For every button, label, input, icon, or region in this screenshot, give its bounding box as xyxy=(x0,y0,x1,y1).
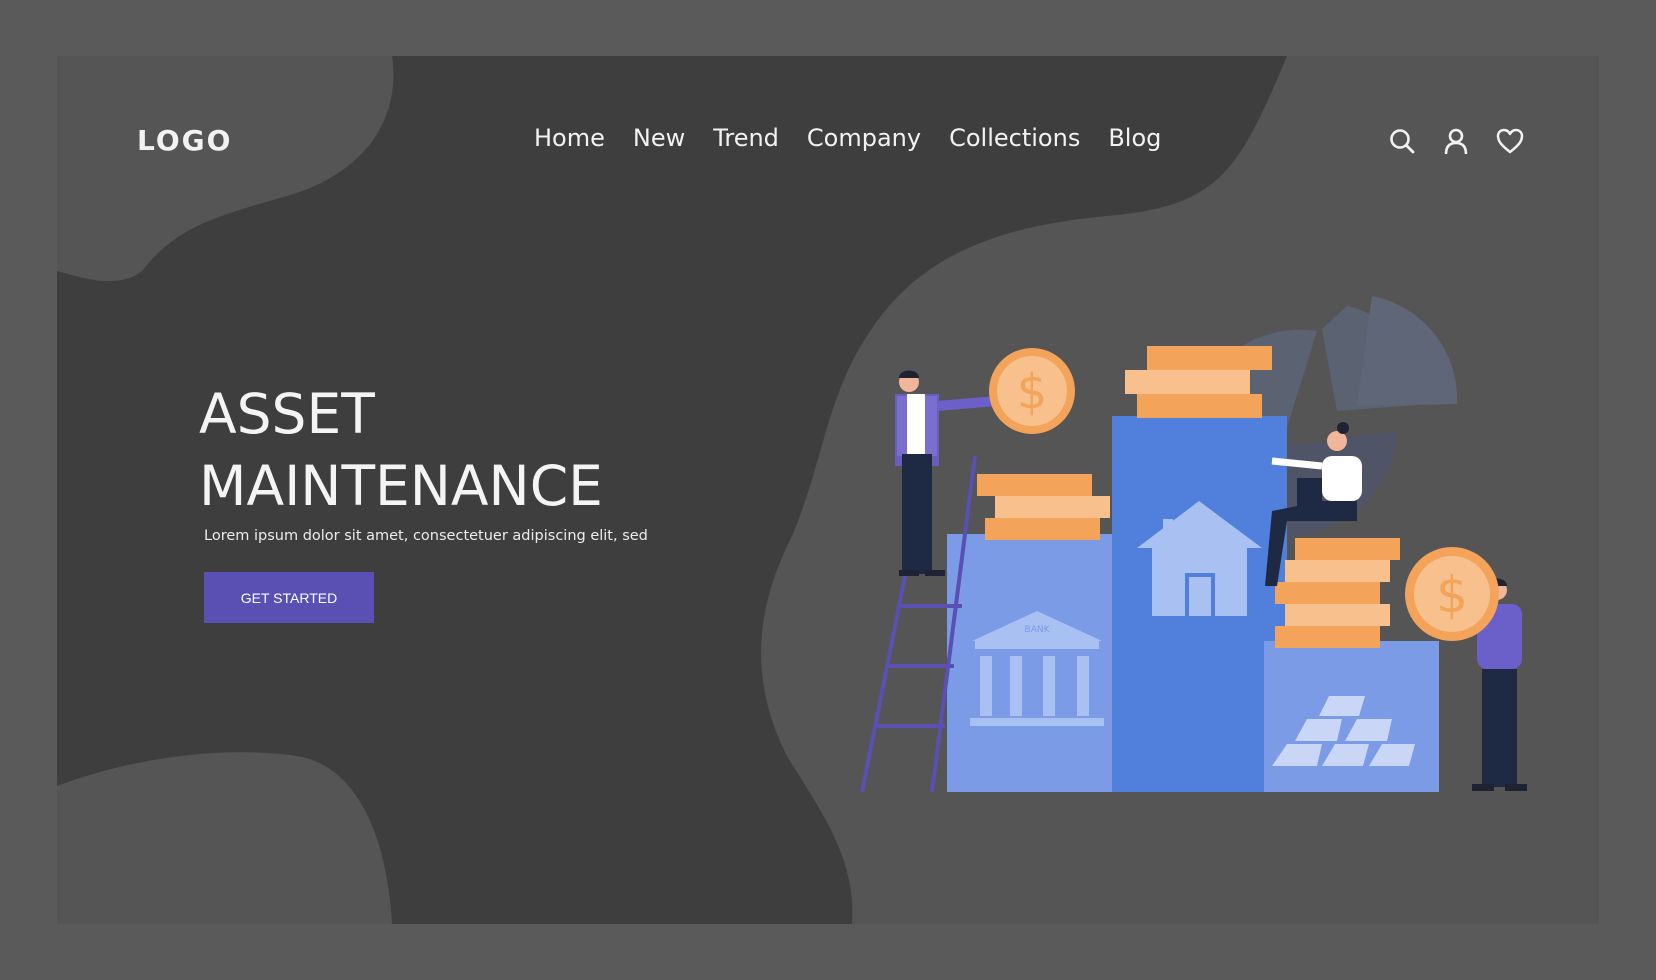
top-left-blob xyxy=(57,56,394,282)
hero-title-line2: MAINTENANCE xyxy=(199,454,603,518)
bank-label: BANK xyxy=(1025,625,1051,635)
svg-text:$: $ xyxy=(1436,566,1468,624)
search-icon[interactable] xyxy=(1387,126,1417,156)
user-icon[interactable] xyxy=(1441,126,1471,156)
dollar-coin-icon-right: $ xyxy=(1405,547,1499,641)
coin-stack-left xyxy=(977,474,1110,540)
coin-stack-right xyxy=(1275,538,1400,648)
bottom-left-blob xyxy=(57,752,392,924)
nav-company[interactable]: Company xyxy=(807,124,921,152)
get-started-button[interactable]: GET STARTED xyxy=(204,572,374,623)
main-nav: Home New Trend Company Collections Blog xyxy=(534,124,1161,152)
hero-subtitle: Lorem ipsum dolor sit amet, consectetuer… xyxy=(204,528,648,544)
svg-text:$: $ xyxy=(1017,364,1048,420)
nav-trend[interactable]: Trend xyxy=(713,124,779,152)
gold-block xyxy=(1264,641,1439,792)
nav-collections[interactable]: Collections xyxy=(949,124,1080,152)
bank-block xyxy=(947,534,1122,792)
heart-icon[interactable] xyxy=(1495,126,1525,156)
nav-new[interactable]: New xyxy=(633,124,685,152)
coin-stack-top xyxy=(1125,346,1272,418)
logo[interactable]: LOGO xyxy=(137,124,232,157)
asset-illustration: BANK $ $ xyxy=(860,296,1527,793)
header-icons xyxy=(1387,126,1525,156)
landing-frame: LOGO Home New Trend Company Collections … xyxy=(57,56,1599,924)
nav-blog[interactable]: Blog xyxy=(1108,124,1161,152)
dollar-coin-icon: $ xyxy=(989,348,1075,434)
hero-title: ASSET MAINTENANCE xyxy=(199,378,603,522)
nav-home[interactable]: Home xyxy=(534,124,605,152)
hero-title-line1: ASSET xyxy=(199,382,375,446)
